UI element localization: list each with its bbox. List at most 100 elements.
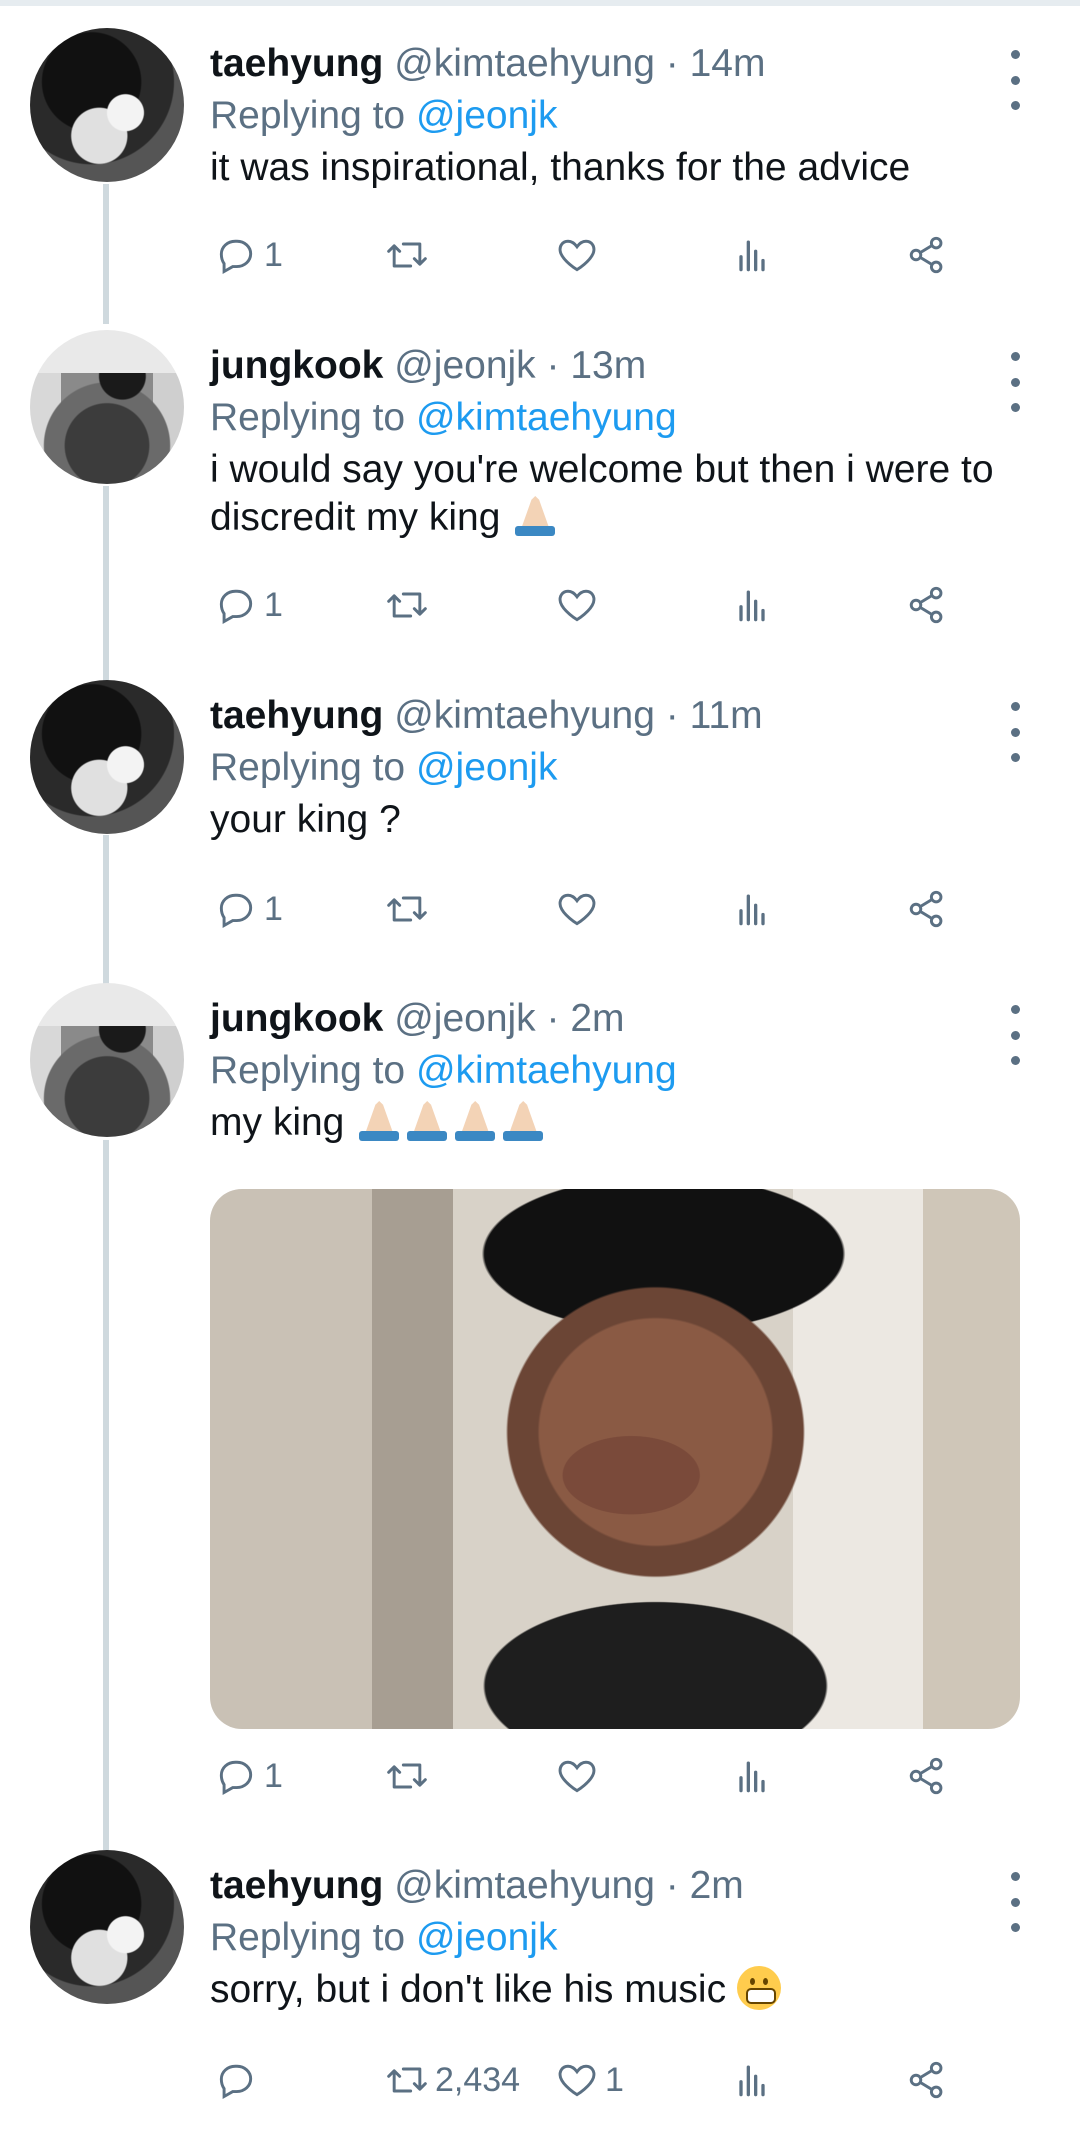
retweet-icon [387,1763,427,1789]
timestamp[interactable]: 2m [570,997,624,1040]
heart-icon [558,239,596,272]
top-divider [0,0,1080,6]
separator-dot: · [535,344,571,387]
like-count: 1 [605,2060,624,2099]
avatar[interactable] [30,680,184,834]
more-options-icon[interactable] [1000,50,1030,110]
reply-button[interactable]: 1 [214,1746,283,1806]
folded-hands-emoji [499,1101,547,1141]
display-name[interactable]: taehyung [210,1864,383,1907]
replying-to: Replying to @jeonjk [210,1916,558,1959]
analytics-icon [739,1761,765,1793]
analytics-icon [739,2065,765,2097]
tweet-actions: 1 [210,575,1030,635]
analytics-button[interactable] [730,2050,774,2110]
retweet-button[interactable] [385,225,429,285]
thread-connector [103,835,109,990]
handle[interactable]: @kimtaehyung [394,42,655,85]
like-button[interactable] [555,1746,599,1806]
tweet-actions: 1 [210,225,1030,285]
display-name[interactable]: taehyung [210,42,383,85]
tweet-header: jungkook @jeonjk · 2m [210,997,625,1041]
analytics-icon [739,590,765,622]
tweet-actions: 2,434 1 [210,2050,1030,2110]
share-icon [909,2061,943,2099]
mention-link[interactable]: @jeonjk [416,746,558,789]
share-button[interactable] [905,2050,949,2110]
tweet-photo[interactable] [210,1189,1020,1729]
grimacing-face-emoji [736,1966,781,2010]
timestamp[interactable]: 14m [690,42,766,85]
handle[interactable]: @jeonjk [394,997,536,1040]
retweet-button[interactable] [385,1746,429,1806]
avatar[interactable] [30,983,184,1137]
share-button[interactable] [905,879,949,939]
tweet-text: my king [210,1099,1030,1147]
analytics-button[interactable] [730,575,774,635]
reply-count: 1 [264,585,283,624]
avatar[interactable] [30,28,184,182]
retweet-button[interactable]: 2,434 [385,2050,520,2110]
replying-to: Replying to @kimtaehyung [210,1049,677,1092]
tweet-text: it was inspirational, thanks for the adv… [210,146,911,189]
retweet-icon [387,896,427,922]
replying-to: Replying to @jeonjk [210,746,558,789]
folded-hands-emoji [355,1101,403,1141]
reply-button[interactable]: 1 [214,575,283,635]
avatar[interactable] [30,330,184,484]
heart-icon [558,893,596,926]
timestamp[interactable]: 13m [570,344,646,387]
reply-icon [219,1760,253,1796]
more-options-icon[interactable] [1000,1005,1030,1065]
mention-link[interactable]: @kimtaehyung [416,1049,677,1092]
tweet-header: taehyung @kimtaehyung · 2m [210,1864,744,1908]
timestamp[interactable]: 2m [690,1864,744,1907]
reply-icon [219,239,253,275]
analytics-button[interactable] [730,1746,774,1806]
mention-link[interactable]: @jeonjk [416,1916,558,1959]
handle[interactable]: @kimtaehyung [394,694,655,737]
analytics-button[interactable] [730,225,774,285]
reply-button[interactable]: 1 [214,879,283,939]
more-options-icon[interactable] [1000,1872,1030,1932]
separator-dot: · [535,997,571,1040]
mention-link[interactable]: @jeonjk [416,94,558,137]
retweet-count: 2,434 [435,2060,521,2099]
more-options-icon[interactable] [1000,352,1030,412]
thread-connector [103,184,109,324]
handle[interactable]: @kimtaehyung [394,1864,655,1907]
reply-count: 1 [264,889,283,928]
heart-icon [558,589,596,622]
separator-dot: · [654,1864,690,1907]
like-button[interactable] [555,879,599,939]
reply-icon [219,589,253,625]
timestamp[interactable]: 11m [690,694,763,737]
reply-icon [219,2064,253,2100]
handle[interactable]: @jeonjk [394,344,536,387]
retweet-button[interactable] [385,575,429,635]
like-button[interactable] [555,225,599,285]
display-name[interactable]: taehyung [210,694,383,737]
tweet-header: taehyung @kimtaehyung · 11m [210,694,763,738]
share-button[interactable] [905,575,949,635]
mention-link[interactable]: @kimtaehyung [416,396,677,439]
retweet-button[interactable] [385,879,429,939]
like-button[interactable] [555,575,599,635]
share-button[interactable] [905,1746,949,1806]
reply-button[interactable]: 1 [214,225,283,285]
display-name[interactable]: jungkook [210,344,383,387]
tweet-text: sorry, but i don't like his music [210,1966,1030,2014]
analytics-button[interactable] [730,879,774,939]
retweet-icon [387,592,427,618]
avatar[interactable] [30,1850,184,2004]
like-button[interactable]: 1 [555,2050,624,2110]
more-options-icon[interactable] [1000,702,1030,762]
share-icon [909,890,943,928]
share-icon [909,586,943,624]
folded-hands-emoji [403,1101,451,1141]
display-name[interactable]: jungkook [210,997,383,1040]
share-button[interactable] [905,225,949,285]
reply-button[interactable] [214,2050,258,2110]
heart-icon [558,1760,596,1793]
thread-connector [103,1140,109,1850]
